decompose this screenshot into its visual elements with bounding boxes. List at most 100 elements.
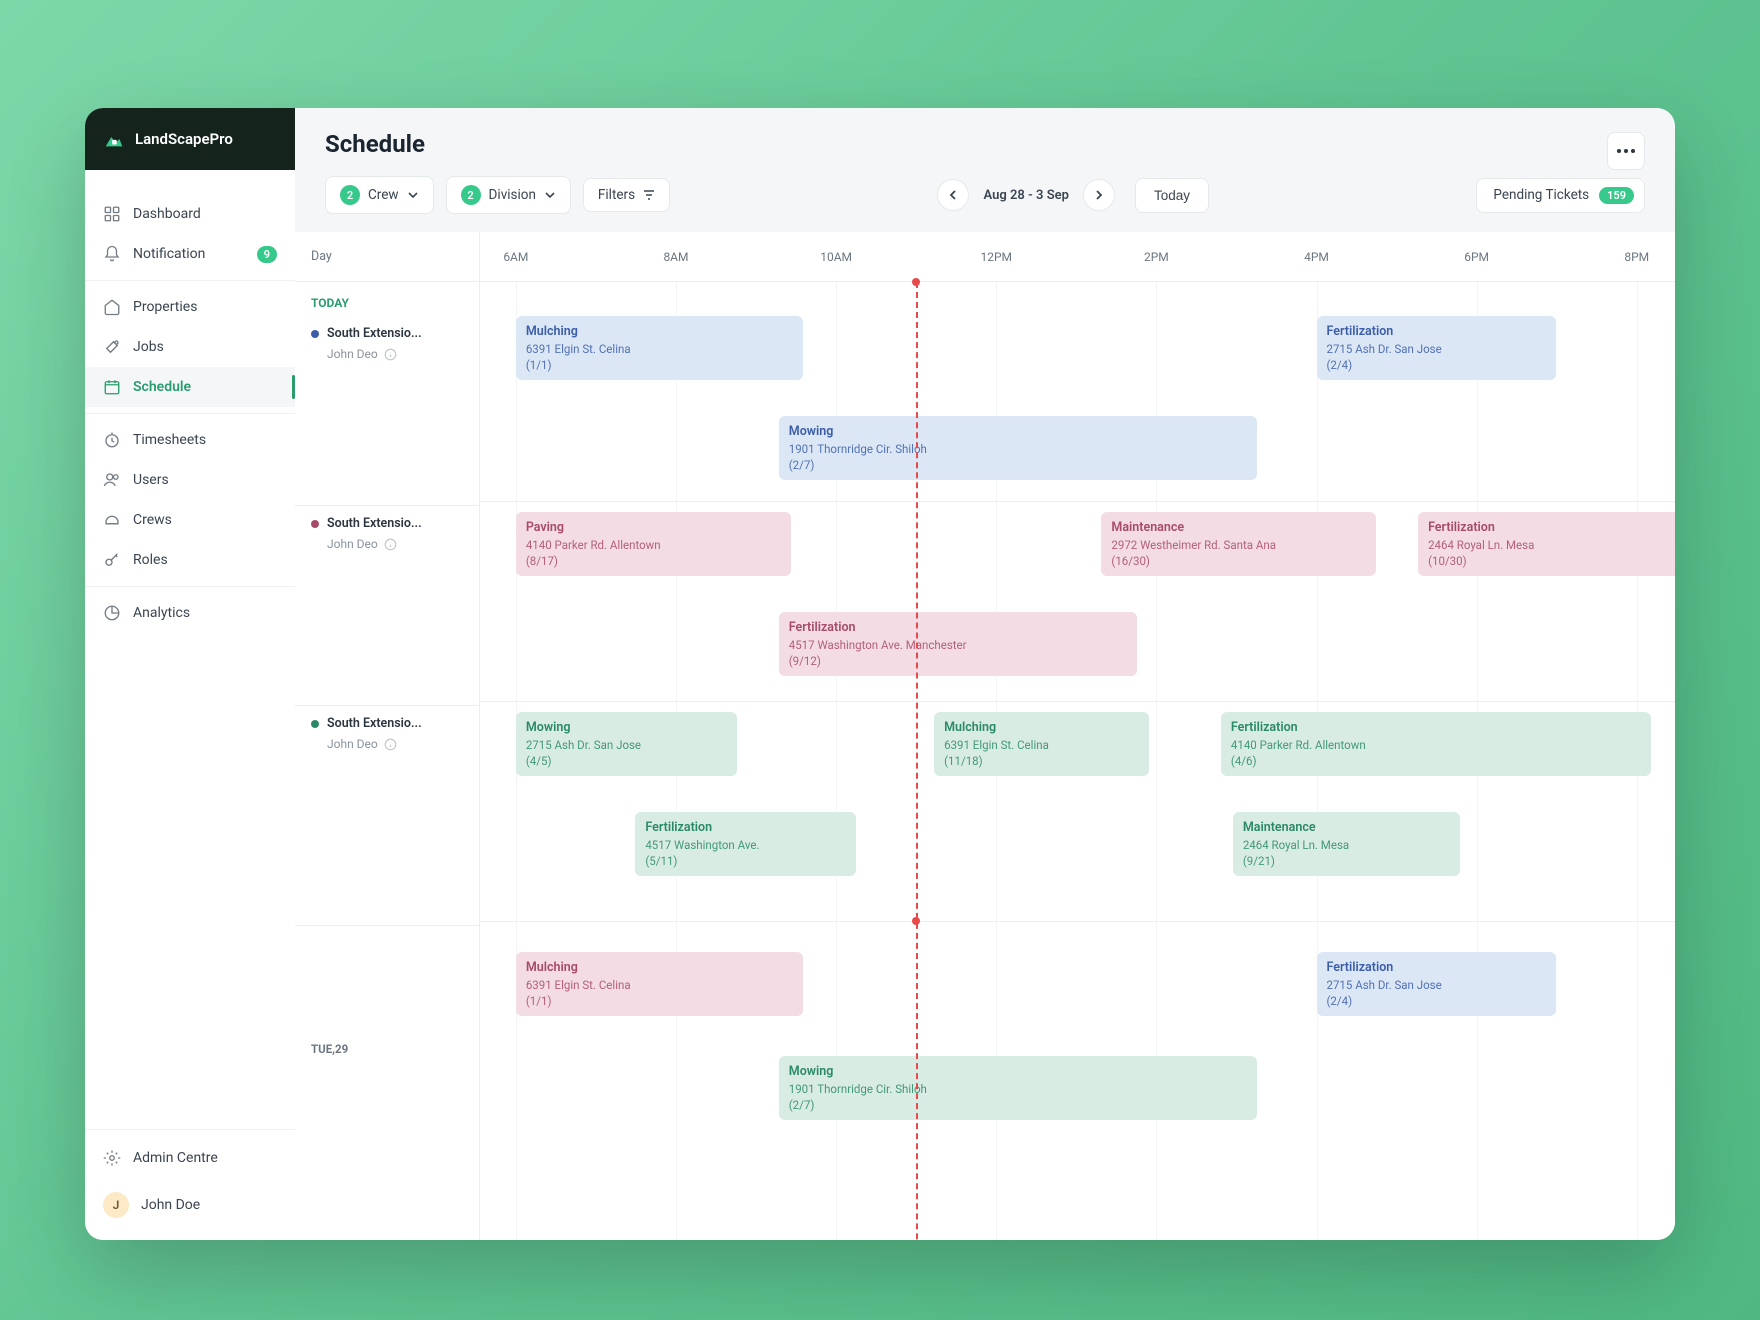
dots-icon [1617, 149, 1635, 153]
filter-label: Division [489, 187, 536, 203]
nav-label: Dashboard [133, 206, 201, 222]
lane: Mowing2715 Ash Dr. San Jose(4/5) Mulchin… [480, 702, 1675, 922]
time-label: 10AM [820, 250, 852, 264]
sidebar-item-dashboard[interactable]: Dashboard [85, 194, 295, 234]
time-label: 8AM [663, 250, 688, 264]
user-name: John Doe [141, 1197, 200, 1213]
info-icon[interactable] [384, 538, 397, 551]
crew-row[interactable]: South Extensio... John Deo [295, 506, 479, 706]
filter-label: Filters [598, 187, 635, 203]
tool-icon [103, 338, 121, 356]
event-card[interactable]: Fertilization4517 Washington Ave. Manche… [779, 612, 1138, 676]
sidebar-item-admin[interactable]: Admin Centre [85, 1138, 295, 1178]
time-header: 6AM 8AM 10AM 12PM 2PM 4PM 6PM 8PM [480, 232, 1675, 282]
filter-label: Crew [368, 187, 399, 203]
event-card[interactable]: Mulching6391 Elgin St. Celina(1/1) [516, 316, 803, 380]
event-card[interactable]: Mowing1901 Thornridge Cir. Shiloh(2/7) [779, 1056, 1257, 1120]
brand-logo[interactable]: LandScapePro [85, 108, 295, 170]
crew-filter[interactable]: 2 Crew [325, 176, 434, 214]
crew-dot-icon [311, 720, 319, 728]
event-card[interactable]: Fertilization2715 Ash Dr. San Jose(2/4) [1317, 952, 1556, 1016]
calendar-grid[interactable]: 6AM 8AM 10AM 12PM 2PM 4PM 6PM 8PM [480, 232, 1675, 1240]
crew-name: South Extensio... [327, 716, 422, 731]
nav-label: Notification [133, 246, 205, 262]
avatar: J [103, 1192, 129, 1218]
chevron-down-icon [544, 189, 556, 201]
today-button[interactable]: Today [1135, 178, 1209, 213]
pending-label: Pending Tickets [1493, 187, 1589, 203]
calendar: Day TODAY South Extensio... John Deo Sou… [295, 232, 1675, 1240]
house-icon [103, 128, 125, 150]
chart-icon [103, 604, 121, 622]
sidebar-item-users[interactable]: Users [85, 460, 295, 500]
nav: Dashboard Notification 9 Properties Jobs [85, 170, 295, 1129]
event-card[interactable]: Maintenance2972 Westheimer Rd. Santa Ana… [1101, 512, 1376, 576]
nav-label: Properties [133, 299, 197, 315]
event-card[interactable]: Paving4140 Parker Rd. Allentown(8/17) [516, 512, 791, 576]
sidebar-item-schedule[interactable]: Schedule [85, 367, 295, 407]
nav-label: Roles [133, 552, 168, 568]
filter-icon [643, 189, 655, 201]
chevron-down-icon [407, 189, 419, 201]
event-card[interactable]: Fertilization4517 Washington Ave.(5/11) [635, 812, 856, 876]
today-label: TODAY [295, 282, 479, 316]
event-card[interactable]: Maintenance2464 Royal Ln. Mesa(9/21) [1233, 812, 1460, 876]
crew-name: South Extensio... [327, 516, 422, 531]
sidebar-item-jobs[interactable]: Jobs [85, 327, 295, 367]
home-icon [103, 298, 121, 316]
date-range: Aug 28 - 3 Sep [973, 188, 1078, 203]
next-button[interactable] [1083, 179, 1115, 211]
sidebar-item-roles[interactable]: Roles [85, 540, 295, 580]
app-window: LandScapePro Dashboard Notification 9 Pr… [85, 108, 1675, 1240]
nav-label: Analytics [133, 605, 190, 621]
sidebar-item-properties[interactable]: Properties [85, 287, 295, 327]
nav-label: Admin Centre [133, 1150, 218, 1166]
event-card[interactable]: Mulching6391 Elgin St. Celina(1/1) [516, 952, 803, 1016]
pending-tickets-button[interactable]: Pending Tickets 159 [1476, 178, 1645, 213]
brand-name: LandScapePro [135, 130, 233, 148]
now-dot-icon [912, 278, 920, 286]
lane: Mulching6391 Elgin St. Celina(1/1) Ferti… [480, 922, 1675, 1122]
crew-row[interactable]: South Extensio... John Deo [295, 706, 479, 926]
current-user[interactable]: J John Doe [85, 1178, 295, 1232]
event-card[interactable]: Fertilization2464 Royal Ln. Mesa(10/30) [1418, 512, 1675, 576]
key-icon [103, 551, 121, 569]
crew-name: South Extensio... [327, 326, 422, 341]
event-card[interactable]: Mulching6391 Elgin St. Celina(11/18) [934, 712, 1149, 776]
calendar-left-panel: Day TODAY South Extensio... John Deo Sou… [295, 232, 480, 1240]
crew-row[interactable] [295, 926, 479, 1026]
page-title: Schedule [325, 130, 1645, 158]
crew-lead: John Deo [327, 737, 378, 751]
grid-icon [103, 205, 121, 223]
day-column-header: Day [295, 232, 479, 282]
time-label: 6AM [503, 250, 528, 264]
event-card[interactable]: Fertilization4140 Parker Rd. Allentown(4… [1221, 712, 1651, 776]
info-icon[interactable] [384, 738, 397, 751]
event-card[interactable]: Mowing2715 Ash Dr. San Jose(4/5) [516, 712, 737, 776]
users-icon [103, 471, 121, 489]
crew-row[interactable]: South Extensio... John Deo [295, 316, 479, 506]
nav-label: Jobs [133, 339, 164, 355]
bell-icon [103, 245, 121, 263]
info-icon[interactable] [384, 348, 397, 361]
filters-button[interactable]: Filters [583, 178, 670, 212]
lane: Mulching6391 Elgin St. Celina(1/1) Ferti… [480, 312, 1675, 502]
division-filter[interactable]: 2 Division [446, 176, 571, 214]
sidebar-item-notification[interactable]: Notification 9 [85, 234, 295, 274]
more-button[interactable] [1607, 132, 1645, 170]
crew-dot-icon [311, 330, 319, 338]
time-label: 8PM [1624, 250, 1649, 264]
gear-icon [103, 1149, 121, 1167]
crew-count: 2 [340, 185, 360, 205]
event-card[interactable]: Fertilization2715 Ash Dr. San Jose(2/4) [1317, 316, 1556, 380]
sidebar-item-crews[interactable]: Crews [85, 500, 295, 540]
day2-label: TUE,29 [295, 1026, 479, 1072]
time-label: 4PM [1304, 250, 1329, 264]
sidebar-footer: Admin Centre J John Doe [85, 1129, 295, 1240]
sidebar-item-analytics[interactable]: Analytics [85, 593, 295, 633]
date-navigator: Aug 28 - 3 Sep [937, 179, 1114, 211]
crew-lead: John Deo [327, 347, 378, 361]
sidebar-item-timesheets[interactable]: Timesheets [85, 420, 295, 460]
prev-button[interactable] [937, 179, 969, 211]
event-card[interactable]: Mowing1901 Thornridge Cir. Shiloh(2/7) [779, 416, 1257, 480]
